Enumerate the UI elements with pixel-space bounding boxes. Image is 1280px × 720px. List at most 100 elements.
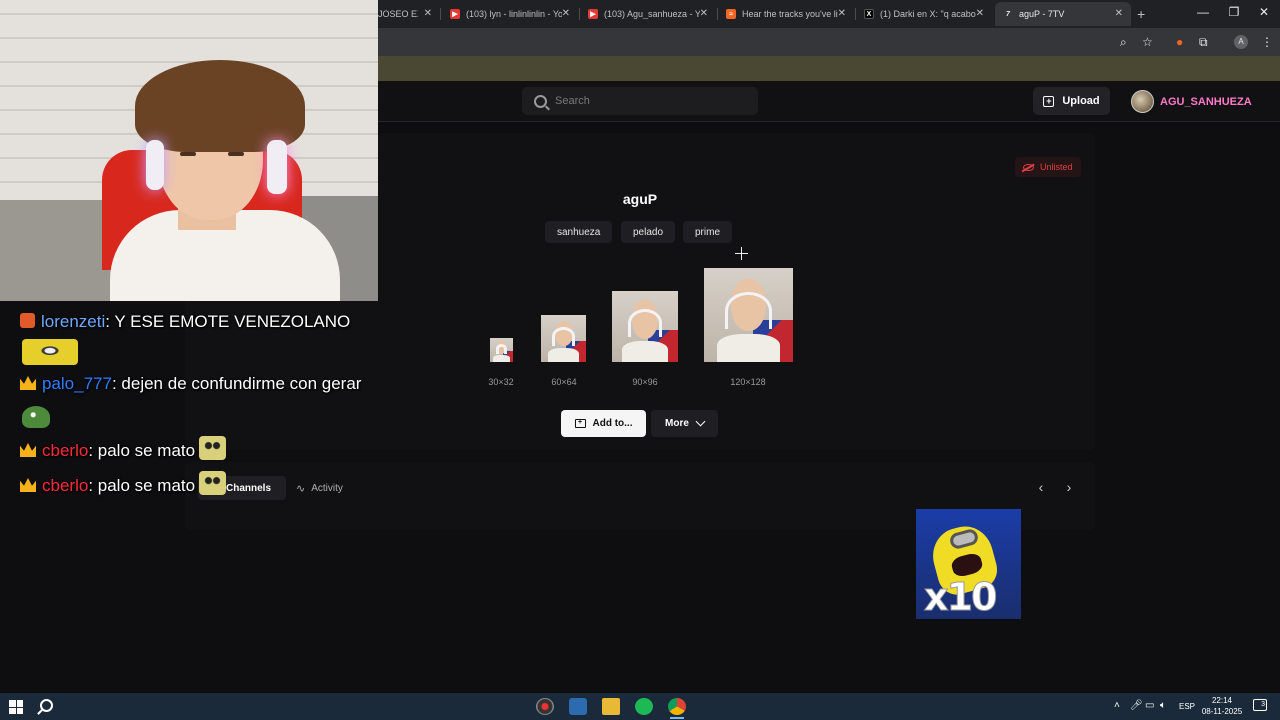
restore-button[interactable]: ❐ bbox=[1219, 5, 1249, 19]
windows-start-icon[interactable] bbox=[9, 700, 23, 714]
upload-plus-icon: + bbox=[1043, 95, 1055, 107]
emote-preview-3x[interactable] bbox=[612, 291, 678, 362]
spotify-icon[interactable] bbox=[635, 698, 653, 715]
zoom-icon[interactable]: ⌕ bbox=[1120, 35, 1127, 50]
tag-chip[interactable]: prime bbox=[683, 221, 733, 243]
soundcloud-icon: ≈ bbox=[726, 9, 736, 19]
chat-message: cberlo: palo se mato bbox=[20, 436, 227, 461]
add-to-label: Add to... bbox=[592, 418, 633, 429]
chat-username: palo_777 bbox=[42, 374, 112, 393]
alert-emote-overlay: x10 bbox=[916, 509, 1021, 619]
close-tab-icon[interactable]: ✕ bbox=[838, 8, 846, 19]
search-box[interactable] bbox=[522, 87, 758, 115]
emote-preview-4x[interactable] bbox=[704, 268, 793, 362]
youtube-icon: ▶ bbox=[450, 9, 460, 19]
browser-tab-4[interactable]: ≈ Hear the tracks you've lik ✕ bbox=[718, 2, 854, 26]
profile-avatar-icon[interactable]: A bbox=[1234, 35, 1248, 49]
upload-button[interactable]: + Upload bbox=[1033, 87, 1110, 115]
user-menu[interactable]: AGU_SANHUEZA bbox=[1131, 90, 1252, 113]
tag-chip[interactable]: pelado bbox=[621, 221, 676, 243]
webcam-overlay bbox=[0, 0, 378, 301]
username: AGU_SANHUEZA bbox=[1160, 95, 1252, 108]
crown-badge-icon bbox=[20, 478, 36, 492]
close-tab-icon[interactable]: ✕ bbox=[976, 8, 984, 19]
crown-badge-icon bbox=[20, 376, 36, 390]
close-tab-icon[interactable]: ✕ bbox=[1115, 8, 1123, 19]
browser-tab-2[interactable]: ▶ (103) lyn - linlinlinlin - You ✕ bbox=[442, 2, 578, 26]
close-tab-icon[interactable]: ✕ bbox=[424, 8, 432, 19]
size-label: 30×32 bbox=[488, 377, 514, 387]
store-icon[interactable] bbox=[569, 698, 587, 715]
more-label: More bbox=[665, 418, 689, 429]
chat-username: cberlo bbox=[42, 476, 89, 495]
emote-preview-2x[interactable] bbox=[541, 315, 586, 362]
emote-preview-1x[interactable] bbox=[490, 338, 513, 362]
file-explorer-icon[interactable] bbox=[602, 698, 620, 715]
notification-count: 3 bbox=[1261, 701, 1265, 708]
close-tab-icon[interactable]: ✕ bbox=[562, 8, 570, 19]
close-window-button[interactable]: ✕ bbox=[1249, 5, 1279, 19]
clock-time: 22:14 bbox=[1211, 696, 1233, 705]
chrome-icon[interactable] bbox=[668, 698, 686, 719]
chat-username: lorenzeti bbox=[41, 312, 106, 331]
language-indicator[interactable]: ESP bbox=[1179, 702, 1195, 711]
chat-message: lorenzeti: Y ESE EMOTE VENEZOLANO bbox=[20, 312, 350, 332]
tab-title: Hear the tracks you've lik bbox=[742, 9, 838, 19]
x-icon: X bbox=[864, 9, 874, 19]
7tv-icon: 7 bbox=[1006, 10, 1010, 18]
chat-text: : Y ESE EMOTE VENEZOLANO bbox=[105, 312, 351, 331]
tray-chevron-up-icon[interactable]: ˄ bbox=[1114, 700, 1120, 711]
tab-title: aguP - 7TV bbox=[1019, 9, 1065, 19]
tab-title: (103) lyn - linlinlinlin - You bbox=[466, 9, 562, 19]
more-button[interactable]: More bbox=[651, 410, 718, 437]
browser-tab-5[interactable]: X (1) Darki en X: "q acabo d ✕ bbox=[856, 2, 992, 26]
chevron-right-icon[interactable]: › bbox=[1060, 478, 1078, 496]
tab-label: Channels bbox=[226, 482, 272, 494]
visibility-label: Unlisted bbox=[1040, 162, 1073, 172]
chat-message: cberlo: palo se mato bbox=[20, 471, 227, 496]
pepe-emote-icon bbox=[22, 406, 50, 428]
chevron-down-icon bbox=[695, 416, 706, 427]
folder-plus-icon: + bbox=[574, 419, 586, 428]
taskbar-search-icon[interactable] bbox=[40, 699, 53, 712]
taskbar-clock[interactable]: 22:14 08-11-2025 bbox=[1198, 695, 1246, 717]
new-tab-button[interactable]: + bbox=[1137, 6, 1145, 22]
eye-off-icon bbox=[1023, 163, 1034, 171]
chat-text: : palo se mato bbox=[88, 441, 196, 460]
volume-icon[interactable]: 🔈︎ bbox=[1160, 700, 1166, 711]
tag-chip[interactable]: sanhueza bbox=[545, 221, 613, 243]
bookmark-star-icon[interactable]: ☆ bbox=[1142, 35, 1153, 49]
chat-text: : dejen de confundirme con gerar bbox=[111, 374, 362, 393]
spongebob-emote-icon bbox=[199, 471, 227, 495]
sub-badge-icon bbox=[20, 313, 35, 328]
browser-tab-active[interactable]: 7 aguP - 7TV ✕ bbox=[995, 2, 1131, 26]
tab-title: (1) Darki en X: "q acabo d bbox=[880, 9, 976, 19]
browser-tab-1[interactable]: JOSEO EX ✕ bbox=[370, 2, 440, 26]
search-icon bbox=[534, 94, 547, 108]
browser-tab-3[interactable]: ▶ (103) Agu_sanhueza - You ✕ bbox=[580, 2, 716, 26]
minimize-button[interactable]: — bbox=[1188, 5, 1218, 19]
upload-label: Upload bbox=[1062, 95, 1100, 107]
network-icon[interactable]: ▭ bbox=[1145, 700, 1154, 711]
obs-icon[interactable] bbox=[536, 698, 554, 715]
crosshair-cursor-icon bbox=[735, 247, 748, 260]
microphone-icon[interactable]: 🎤︎ bbox=[1130, 700, 1143, 711]
spongebob-emote-icon bbox=[199, 436, 227, 460]
windows-taskbar: ˄ 🎤︎ ▭ 🔈︎ ESP 22:14 08-11-2025 3 bbox=[0, 693, 1280, 720]
close-tab-icon[interactable]: ✕ bbox=[700, 8, 708, 19]
extensions-puzzle-icon[interactable]: ⧉ bbox=[1199, 35, 1208, 50]
add-to-button[interactable]: + Add to... bbox=[561, 410, 646, 437]
chat-username: cberlo bbox=[42, 441, 89, 460]
avatar bbox=[1131, 90, 1154, 113]
crown-badge-icon bbox=[20, 443, 36, 457]
chat-text: : palo se mato bbox=[88, 476, 196, 495]
menu-kebab-icon[interactable]: ⋮ bbox=[1261, 35, 1273, 49]
emote-multiplier: x10 bbox=[923, 575, 997, 620]
notification-center-icon[interactable]: 3 bbox=[1253, 699, 1267, 711]
chevron-left-icon[interactable]: ‹ bbox=[1032, 478, 1050, 496]
size-label: 120×128 bbox=[730, 377, 766, 387]
tab-activity[interactable]: ∿ Activity bbox=[296, 476, 343, 500]
extension-icon[interactable]: ● bbox=[1176, 35, 1183, 49]
search-input[interactable] bbox=[555, 95, 735, 107]
chat-message: palo_777: dejen de confundirme con gerar bbox=[20, 374, 361, 394]
